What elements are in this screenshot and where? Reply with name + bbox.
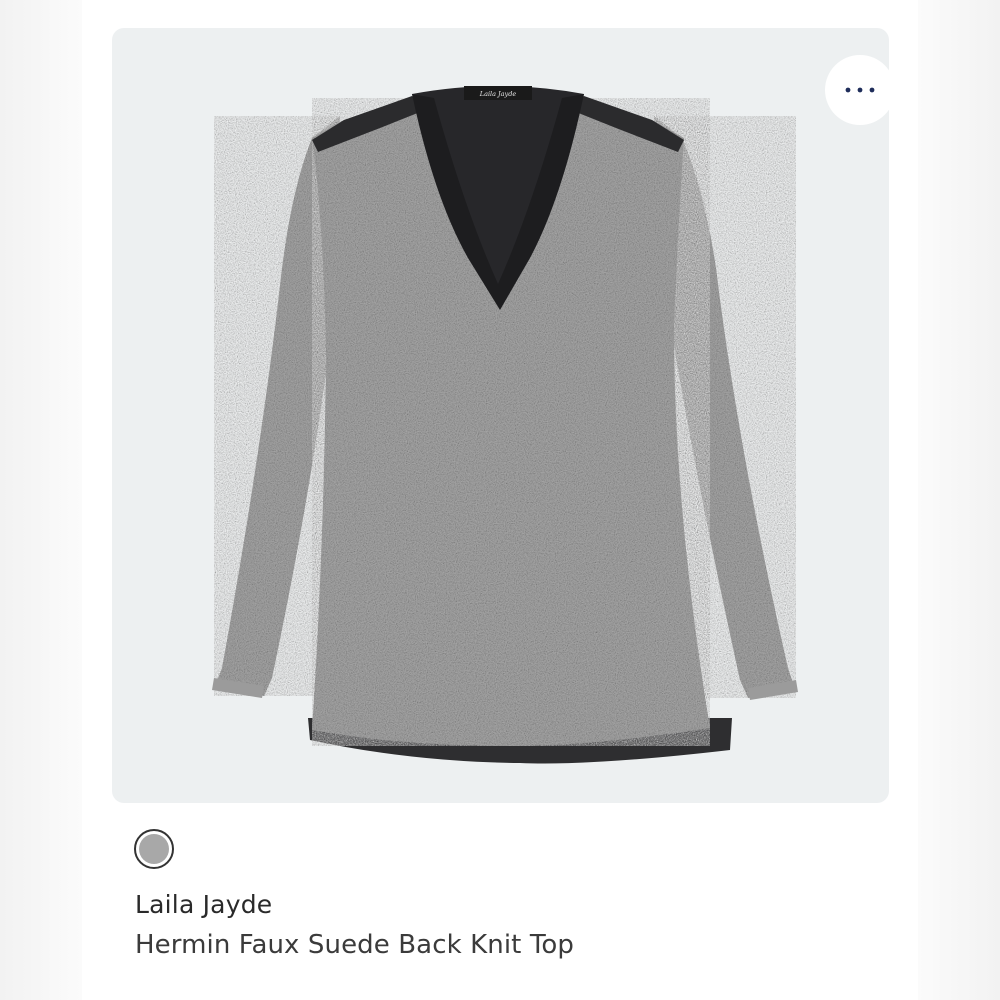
product-card[interactable]: Laila Jayde Laila Jayde Hermin Faux Sued…	[82, 0, 918, 1000]
left-margin	[0, 0, 82, 1000]
right-margin	[918, 0, 1000, 1000]
brand-name: Laila Jayde	[135, 890, 273, 919]
product-title[interactable]: Hermin Faux Suede Back Knit Top	[135, 930, 574, 960]
more-horizontal-icon	[845, 87, 875, 93]
color-swatch-gray[interactable]	[134, 829, 174, 869]
more-options-button[interactable]	[825, 55, 889, 125]
product-image-panel[interactable]: Laila Jayde	[112, 28, 889, 803]
product-card-screen: Laila Jayde Laila Jayde Hermin Faux Sued…	[0, 0, 1000, 1000]
swatch-color-fill	[139, 834, 169, 864]
brand-label-text: Laila Jayde	[479, 90, 517, 98]
product-image[interactable]: Laila Jayde	[112, 28, 889, 803]
